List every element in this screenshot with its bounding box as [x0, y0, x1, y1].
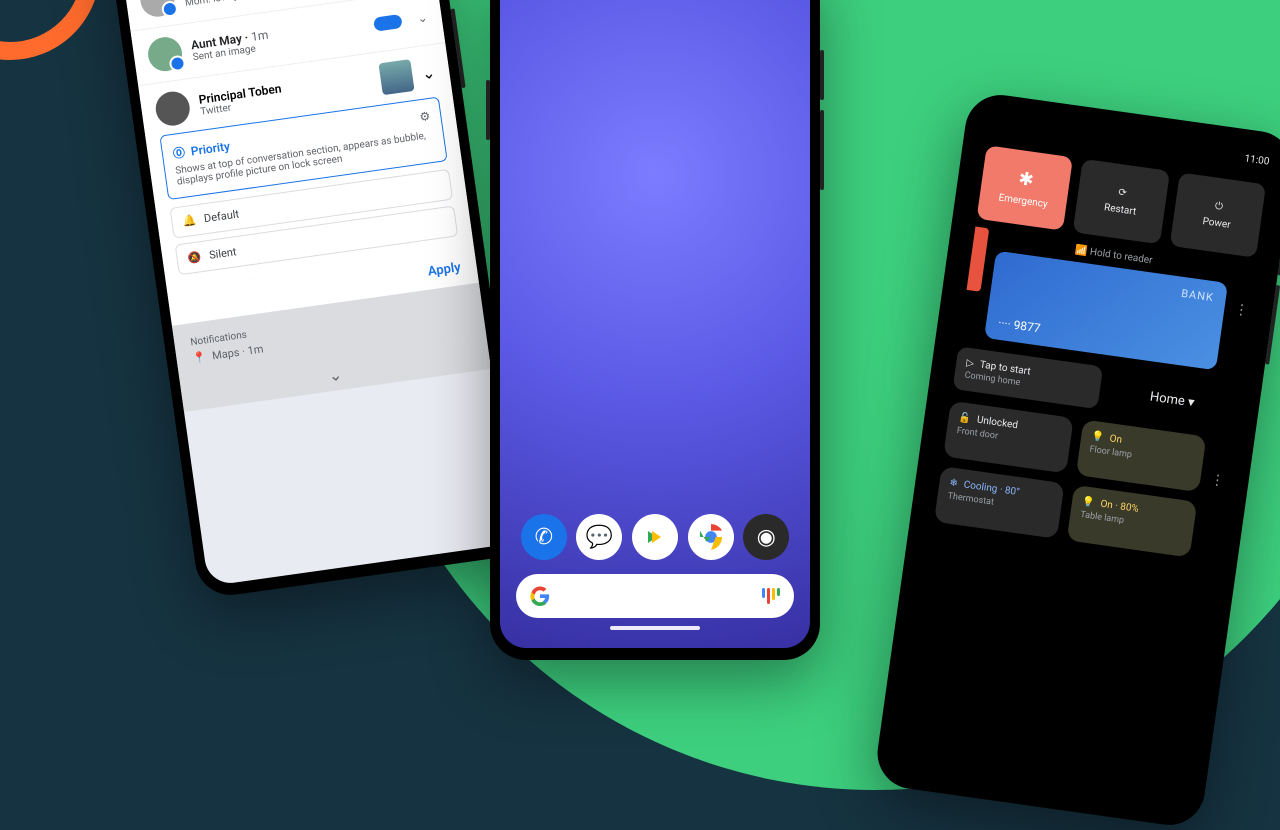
search-bar[interactable]: [516, 574, 794, 618]
chevron-down-icon[interactable]: ⌄: [417, 10, 429, 25]
phone-app-icon[interactable]: ✆: [521, 514, 567, 560]
orange-arc: [0, 0, 100, 60]
power-icon: ⏻: [1214, 201, 1223, 213]
emergency-button[interactable]: ✱Emergency: [977, 145, 1074, 230]
status-time: 11:00: [1244, 153, 1270, 167]
light-tile[interactable]: 💡On · 80% Table lamp: [1067, 485, 1198, 558]
play-store-icon[interactable]: [632, 514, 678, 560]
more-icon[interactable]: ⋮: [1209, 438, 1231, 495]
punch-hole: [989, 116, 1005, 132]
chevron-down-icon[interactable]: ⌄: [327, 365, 343, 386]
phone-home: 11:00 ◢▲▮ ✆ 💬 ◉: [490, 0, 820, 660]
home-dropdown[interactable]: Home ▾: [1109, 384, 1236, 416]
thermostat-tile[interactable]: ❄Cooling · 80° Thermostat: [934, 466, 1065, 539]
play-icon: ▷: [966, 358, 975, 370]
restart-icon: ⟳: [1118, 187, 1128, 199]
card-peek[interactable]: [967, 226, 990, 291]
asterisk-icon: ✱: [1017, 168, 1035, 191]
chevron-down-icon[interactable]: ⌄: [421, 62, 437, 83]
bulb-icon: 💡: [1091, 431, 1105, 444]
conversation-expanded: Principal Toben Twitter ⌄ ⚙ ⓪Priority Sh…: [138, 43, 474, 291]
chrome-icon[interactable]: [688, 514, 734, 560]
avatar: [138, 0, 176, 19]
home-indicator[interactable]: [610, 626, 700, 630]
badge: [373, 14, 403, 32]
scene-tile[interactable]: ▷Tap to start Coming home: [953, 346, 1104, 409]
bell-icon: 🔔: [182, 214, 197, 229]
lock-icon: 🔓: [958, 412, 972, 425]
avatar: [154, 89, 192, 127]
priority-icon: ⓪: [172, 143, 186, 162]
assistant-icon[interactable]: [762, 588, 780, 604]
lock-tile[interactable]: 🔓Unlocked Front door: [943, 401, 1074, 474]
restart-button[interactable]: ⟳Restart: [1073, 159, 1170, 244]
bulb-icon: 💡: [1081, 496, 1095, 509]
messages-app-icon[interactable]: 💬: [576, 514, 622, 560]
thermo-icon: ❄: [949, 477, 959, 489]
bell-off-icon: 🔕: [187, 250, 202, 265]
image-thumbnail: [378, 59, 414, 95]
avatar: [146, 35, 184, 73]
pin-icon: 📍: [192, 350, 207, 365]
gear-icon[interactable]: ⚙: [419, 109, 432, 124]
power-button[interactable]: ⏻Power: [1169, 172, 1266, 257]
google-icon: [530, 586, 550, 606]
light-tile[interactable]: 💡On Floor lamp: [1076, 419, 1207, 492]
camera-app-icon[interactable]: ◉: [743, 514, 789, 560]
dock-row: ✆ 💬 ◉: [516, 514, 794, 560]
more-icon[interactable]: ⋮: [1233, 268, 1254, 319]
